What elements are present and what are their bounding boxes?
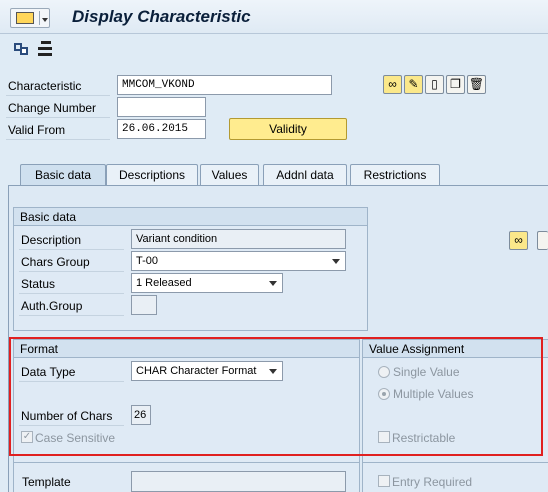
more-icon[interactable] bbox=[537, 231, 548, 250]
chars-group-label: Chars Group bbox=[21, 255, 90, 269]
chevron-down-icon bbox=[332, 259, 340, 264]
entry-required-checkbox[interactable] bbox=[378, 475, 390, 487]
entry-required-label: Entry Required bbox=[392, 475, 473, 489]
characteristic-field[interactable]: MMCOM_VKOND bbox=[117, 75, 332, 95]
change-number-label: Change Number bbox=[8, 101, 97, 115]
template-field[interactable] bbox=[131, 471, 346, 492]
chars-group-dropdown[interactable]: T-00 bbox=[131, 251, 346, 271]
glasses-icon[interactable]: ∞ bbox=[383, 75, 402, 94]
pencil-icon[interactable]: ✎ bbox=[404, 75, 423, 94]
menu-icon bbox=[16, 12, 34, 24]
hierarchy-icon[interactable] bbox=[38, 41, 54, 57]
tab-restrictions[interactable]: Restrictions bbox=[350, 164, 440, 185]
status-dropdown[interactable]: 1 Released bbox=[131, 273, 283, 293]
switch-display-icon[interactable] bbox=[14, 41, 30, 57]
validity-button[interactable]: Validity bbox=[229, 118, 347, 140]
status-value: 1 Released bbox=[136, 277, 192, 289]
system-menu-button[interactable] bbox=[10, 8, 50, 28]
new-document-icon[interactable]: ▯ bbox=[425, 75, 444, 94]
auth-group-label: Auth.Group bbox=[21, 299, 83, 313]
application-toolbar bbox=[0, 34, 548, 64]
group-title: Basic data bbox=[14, 208, 367, 226]
description-label: Description bbox=[21, 233, 82, 247]
tab-basic-data[interactable]: Basic data bbox=[20, 164, 106, 186]
chars-group-value: T-00 bbox=[136, 255, 159, 267]
valid-from-label: Valid From bbox=[8, 123, 66, 137]
characteristic-label: Characteristic bbox=[8, 79, 82, 93]
highlight-box bbox=[9, 337, 543, 456]
display-icon[interactable]: ∞ bbox=[509, 231, 528, 250]
template-label: Template bbox=[22, 475, 71, 489]
tab-addnl-data[interactable]: Addnl data bbox=[263, 164, 347, 185]
chevron-down-icon bbox=[42, 18, 48, 22]
trash-icon[interactable]: 🗑 bbox=[467, 75, 486, 94]
tab-values[interactable]: Values bbox=[200, 164, 259, 185]
chevron-down-icon bbox=[269, 281, 277, 286]
description-field[interactable]: Variant condition bbox=[131, 229, 346, 249]
status-label: Status bbox=[21, 277, 56, 291]
tab-descriptions[interactable]: Descriptions bbox=[106, 164, 198, 185]
valid-from-field[interactable]: 26.06.2015 bbox=[117, 119, 206, 139]
page-title: Display Characteristic bbox=[72, 7, 251, 26]
change-number-field[interactable] bbox=[117, 97, 206, 117]
auth-group-field[interactable] bbox=[131, 295, 157, 315]
copy-icon[interactable]: ❐ bbox=[446, 75, 465, 94]
title-bar: Display Characteristic bbox=[0, 0, 548, 34]
